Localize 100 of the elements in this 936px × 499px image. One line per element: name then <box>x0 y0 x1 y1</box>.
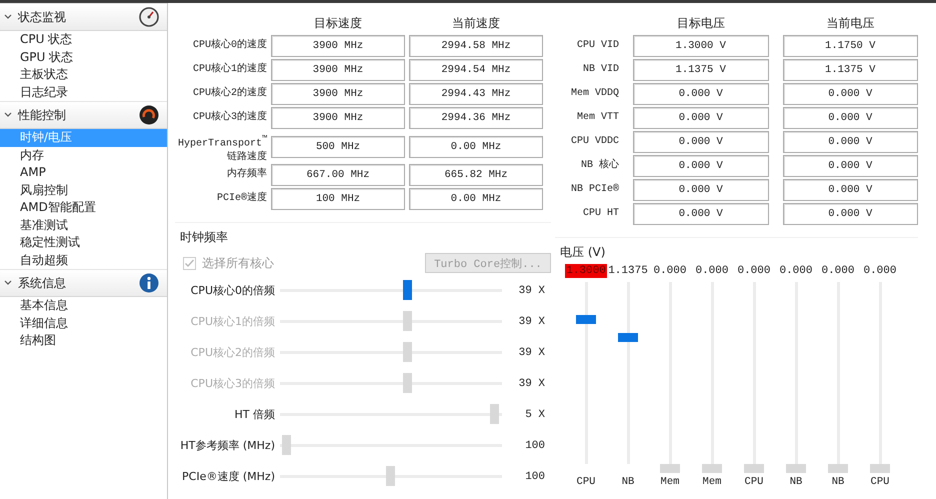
slider-thumb[interactable] <box>660 464 680 473</box>
value-field: 0.000 V <box>782 107 918 129</box>
slider-label: Mem <box>702 476 722 488</box>
section-header[interactable]: 状态监视 <box>0 3 167 31</box>
value-field: 0.000 V <box>782 83 918 105</box>
value-field[interactable]: 1.3000 V <box>633 35 768 57</box>
slider-value: 39 X <box>518 316 546 328</box>
value-field: 1.1375 V <box>782 59 918 81</box>
slider-value: 39 X <box>518 346 546 358</box>
slider-label: CPU <box>870 476 890 488</box>
value-field: 0.000 V <box>782 203 918 225</box>
slider-thumb[interactable] <box>490 404 499 424</box>
slider-thumb[interactable] <box>744 464 764 473</box>
value-field: 1.1750 V <box>782 35 918 57</box>
value-field: 0.000 V <box>782 179 918 201</box>
value-field: 0.000 V <box>782 131 918 153</box>
slider-thumb[interactable] <box>702 464 722 473</box>
slider-thumb[interactable] <box>282 435 291 455</box>
slider-label: NB <box>790 476 802 488</box>
value-field[interactable]: 0.000 V <box>633 203 768 225</box>
slider-label: CPU核心1的倍频 <box>190 314 275 329</box>
value-field: 2994.36 MHz <box>409 107 543 129</box>
slider-thumb[interactable] <box>402 280 412 300</box>
slider-value: 100 <box>524 440 546 452</box>
slider-label: NB <box>622 476 634 488</box>
nav-item[interactable]: 风扇控制 <box>0 182 167 199</box>
slider-thumb[interactable] <box>386 466 395 486</box>
column-header: 当前电压 <box>825 14 876 32</box>
nav-item[interactable]: 稳定性测试 <box>0 234 167 252</box>
column-header: 目标速度 <box>313 14 363 32</box>
slider-value: 39 X <box>518 284 546 296</box>
nav-item[interactable]: 详细信息 <box>0 314 167 332</box>
value-field[interactable]: 0.000 V <box>633 179 768 201</box>
nav-item[interactable]: AMD智能配置 <box>0 199 167 216</box>
column-header: 当前速度 <box>451 14 501 32</box>
section-header[interactable]: 系统信息 <box>0 269 167 297</box>
nav-item[interactable]: GPU 状态 <box>0 48 167 66</box>
nav-item[interactable]: AMP <box>0 164 167 182</box>
slider-thumb[interactable] <box>828 464 848 473</box>
slider-thumb[interactable] <box>870 464 890 473</box>
value-field[interactable]: 667.00 MHz <box>271 164 405 186</box>
value-field[interactable]: 0.000 V <box>633 131 768 153</box>
slider-label: CPU核心2的倍频 <box>190 345 275 360</box>
value-field[interactable]: 0.000 V <box>633 107 768 129</box>
info-icon <box>139 273 159 293</box>
row-label: CPU核心3的速度 <box>192 111 267 125</box>
slider-label: NB <box>832 476 844 488</box>
value-field[interactable]: 0.000 V <box>633 83 768 105</box>
gauge-icon <box>139 7 159 27</box>
value-field[interactable]: 0.000 V <box>633 155 768 177</box>
voltage-reading: 0.000 <box>862 264 898 278</box>
chevron-icon <box>4 14 12 20</box>
value-field[interactable]: 500 MHz <box>271 136 405 158</box>
voltage-reading: 0.000 <box>778 264 814 278</box>
value-field[interactable]: 3900 MHz <box>271 35 405 57</box>
voltage-reading: 0.000 <box>694 264 730 278</box>
nav-item[interactable]: 日志纪录 <box>0 84 167 101</box>
nav-item[interactable]: 主板状态 <box>0 66 167 84</box>
swirl-icon <box>139 105 159 125</box>
section-header[interactable]: 性能控制 <box>0 101 167 129</box>
value-field: 0.00 MHz <box>409 136 543 158</box>
nav-item[interactable]: 自动超频 <box>0 252 167 269</box>
nav-item[interactable]: 结构图 <box>0 332 167 350</box>
nav-item[interactable]: 基本信息 <box>0 297 167 314</box>
nav-item[interactable]: 基准测试 <box>0 216 167 234</box>
slider-label: PCIe®速度 (MHz) <box>181 469 275 484</box>
slider-label: Mem <box>660 476 680 488</box>
value-field[interactable]: 3900 MHz <box>271 83 405 105</box>
value-field: 665.82 MHz <box>409 164 543 186</box>
slider-label: HT 倍频 <box>234 407 275 422</box>
slider-thumb[interactable] <box>618 332 638 342</box>
chevron-icon <box>4 280 12 286</box>
value-field[interactable]: 1.1375 V <box>633 59 768 81</box>
slider-label: CPU <box>576 476 596 488</box>
voltage-reading: 0.000 <box>736 264 772 278</box>
row-label: Mem VTT <box>576 111 619 125</box>
nav-item[interactable]: CPU 状态 <box>0 31 167 48</box>
slider-value: 39 X <box>518 378 546 390</box>
row-label: NB 核心 <box>580 159 619 173</box>
row-label: CPU核心0的速度 <box>192 39 267 53</box>
slider-label: HT参考频率 (MHz) <box>179 438 275 453</box>
row-label: HyperTransport$^{™}$ 链路速度 <box>176 132 267 162</box>
value-field[interactable]: 3900 MHz <box>271 107 405 129</box>
row-label: Mem VDDQ <box>570 87 619 101</box>
voltage-reading: 0.000 <box>820 264 856 278</box>
row-label: CPU VID <box>576 39 619 53</box>
group-title: 时钟频率 <box>179 229 229 246</box>
slider-value: 100 <box>524 470 546 482</box>
value-field: 0.00 MHz <box>409 188 543 210</box>
value-field[interactable]: 3900 MHz <box>271 59 405 81</box>
slider-thumb[interactable] <box>786 464 806 473</box>
value-field: 0.000 V <box>782 155 918 177</box>
row-label: NB PCIe® <box>570 183 619 197</box>
slider-thumb[interactable] <box>576 314 596 324</box>
slider-label: CPU核心3的倍频 <box>190 376 275 391</box>
value-field[interactable]: 100 MHz <box>271 188 405 210</box>
row-label: NB VID <box>582 63 619 77</box>
nav-item[interactable]: 内存 <box>0 146 167 164</box>
value-field: 2994.58 MHz <box>409 35 543 57</box>
slider-value: 5 X <box>524 408 546 420</box>
